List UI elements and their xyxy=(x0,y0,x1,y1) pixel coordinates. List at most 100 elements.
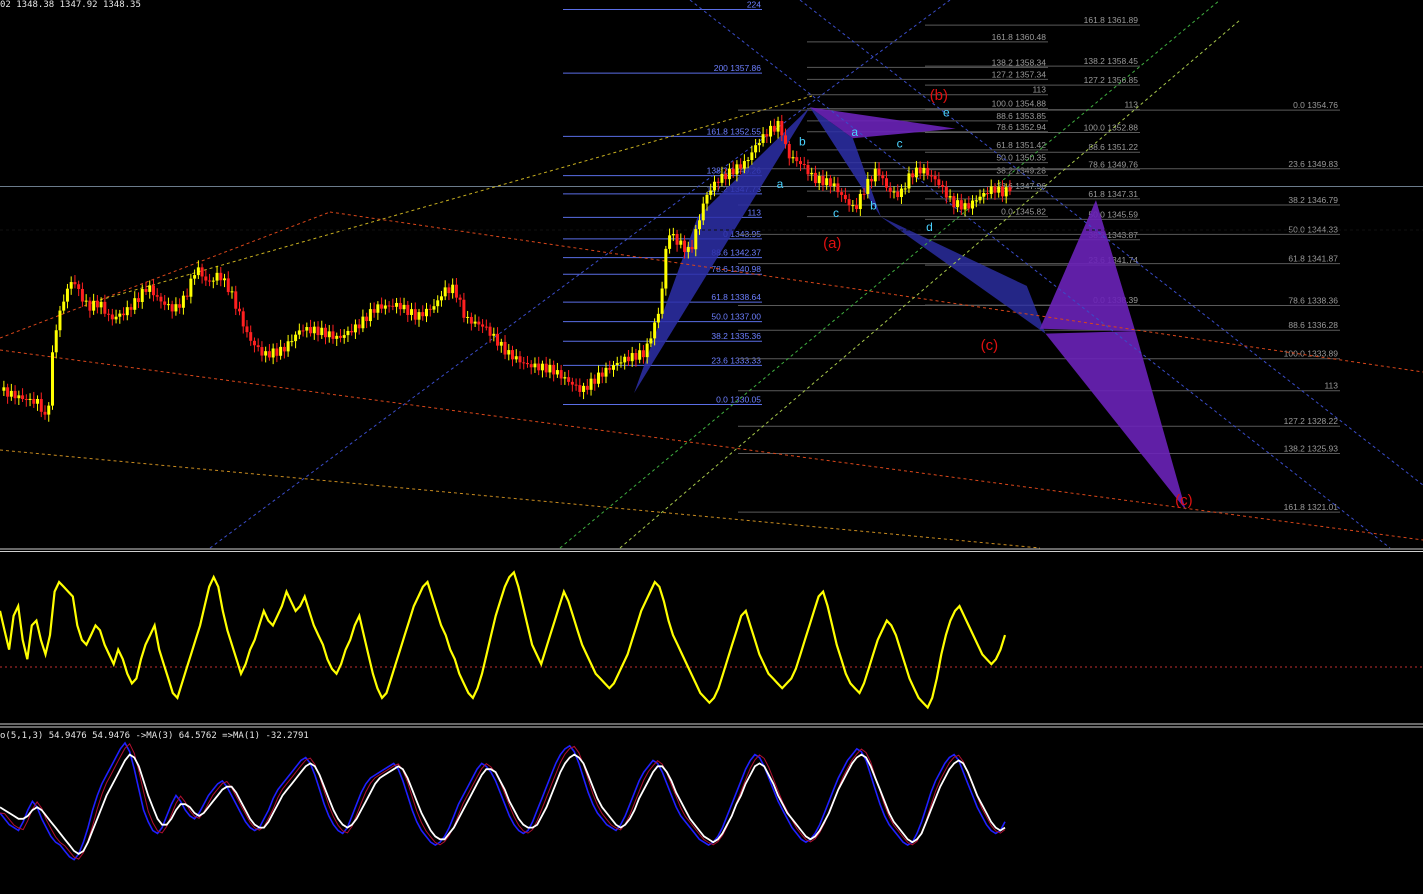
candle-body[interactable] xyxy=(24,399,28,401)
candle-body[interactable] xyxy=(570,381,574,385)
candle-body[interactable] xyxy=(447,287,451,294)
candle-body[interactable] xyxy=(765,134,769,137)
candle-body[interactable] xyxy=(511,350,515,360)
candle-body[interactable] xyxy=(623,356,627,363)
candle-body[interactable] xyxy=(28,398,32,400)
candle-body[interactable] xyxy=(47,405,51,415)
candle-body[interactable] xyxy=(43,411,47,415)
candle-body[interactable] xyxy=(114,316,118,320)
candle-body[interactable] xyxy=(215,272,219,281)
candle-body[interactable] xyxy=(634,353,638,360)
candle-body[interactable] xyxy=(660,288,664,314)
candle-body[interactable] xyxy=(709,190,713,195)
candle-body[interactable] xyxy=(698,220,702,230)
candle-body[interactable] xyxy=(159,296,163,302)
candle-body[interactable] xyxy=(746,160,750,162)
candle-body[interactable] xyxy=(899,188,903,198)
candle-body[interactable] xyxy=(671,233,675,236)
candle-body[interactable] xyxy=(731,168,735,175)
candle-body[interactable] xyxy=(230,291,234,293)
candle-body[interactable] xyxy=(567,377,571,382)
candle-body[interactable] xyxy=(21,395,25,400)
candle-body[interactable] xyxy=(727,168,731,180)
candle-body[interactable] xyxy=(196,267,200,276)
candle-body[interactable] xyxy=(413,309,417,320)
candle-body[interactable] xyxy=(166,304,170,306)
candle-body[interactable] xyxy=(742,161,746,169)
candle-body[interactable] xyxy=(903,188,907,190)
candle-body[interactable] xyxy=(65,288,69,302)
candle-body[interactable] xyxy=(6,387,10,397)
candle-body[interactable] xyxy=(907,173,911,189)
candle-body[interactable] xyxy=(866,178,870,194)
candle-body[interactable] xyxy=(836,183,840,193)
candle-body[interactable] xyxy=(821,175,825,186)
candle-body[interactable] xyxy=(522,362,526,364)
candle-body[interactable] xyxy=(645,343,649,358)
candle-body[interactable] xyxy=(948,196,952,198)
candle-body[interactable] xyxy=(122,313,126,316)
candle-body[interactable] xyxy=(484,326,488,328)
candle-body[interactable] xyxy=(548,364,552,373)
candle-body[interactable] xyxy=(133,298,137,310)
candle-body[interactable] xyxy=(611,365,615,370)
candle-body[interactable] xyxy=(252,340,256,346)
candle-body[interactable] xyxy=(241,311,245,327)
candle-body[interactable] xyxy=(148,285,152,292)
candle-body[interactable] xyxy=(997,186,1001,193)
candle-body[interactable] xyxy=(58,310,62,331)
candle-body[interactable] xyxy=(406,304,410,315)
candle-body[interactable] xyxy=(204,276,208,281)
candle-body[interactable] xyxy=(193,275,197,279)
candle-body[interactable] xyxy=(761,134,765,143)
candle-body[interactable] xyxy=(410,309,414,315)
candle-body[interactable] xyxy=(372,309,376,313)
candle-body[interactable] xyxy=(750,152,754,161)
candle-body[interactable] xyxy=(630,353,634,362)
candle-body[interactable] xyxy=(971,200,975,209)
candle-body[interactable] xyxy=(294,334,298,342)
chart-canvas[interactable]: 224200 1357.86161.8 1352.55138.2 1349.26… xyxy=(0,0,1423,889)
candle-body[interactable] xyxy=(421,312,425,317)
candle-body[interactable] xyxy=(223,278,227,281)
candle-body[interactable] xyxy=(140,289,144,302)
candle-body[interactable] xyxy=(200,267,204,277)
candle-body[interactable] xyxy=(963,203,967,210)
candle-body[interactable] xyxy=(537,363,541,371)
candle-body[interactable] xyxy=(481,324,485,327)
candle-body[interactable] xyxy=(507,350,511,355)
candle-body[interactable] xyxy=(80,288,84,302)
candle-body[interactable] xyxy=(825,178,829,186)
candle-body[interactable] xyxy=(967,203,971,209)
candle-body[interactable] xyxy=(540,363,544,371)
candle-body[interactable] xyxy=(787,144,791,159)
candle-body[interactable] xyxy=(309,327,313,334)
candle-body[interactable] xyxy=(353,324,357,333)
candle-body[interactable] xyxy=(989,186,993,194)
candle-body[interactable] xyxy=(914,167,918,178)
candle-body[interactable] xyxy=(357,324,361,329)
candle-body[interactable] xyxy=(151,285,155,296)
candle-body[interactable] xyxy=(668,235,672,249)
candle-body[interactable] xyxy=(911,173,915,178)
candle-body[interactable] xyxy=(944,186,948,198)
candle-body[interactable] xyxy=(817,175,821,184)
candle-body[interactable] xyxy=(600,372,604,377)
candle-body[interactable] xyxy=(376,304,380,313)
candle-body[interactable] xyxy=(260,347,264,356)
candle-body[interactable] xyxy=(701,203,705,221)
candle-body[interactable] xyxy=(499,341,503,346)
candle-body[interactable] xyxy=(926,167,930,176)
candle-body[interactable] xyxy=(144,289,148,292)
candle-body[interactable] xyxy=(185,295,189,297)
candle-body[interactable] xyxy=(578,385,582,392)
candle-body[interactable] xyxy=(862,193,866,195)
candle-body[interactable] xyxy=(219,272,223,281)
candle-body[interactable] xyxy=(88,300,92,311)
candle-body[interactable] xyxy=(391,305,395,307)
candle-body[interactable] xyxy=(350,330,354,333)
candle-body[interactable] xyxy=(679,240,683,245)
candle-body[interactable] xyxy=(125,307,129,316)
candle-body[interactable] xyxy=(828,178,832,187)
candle-body[interactable] xyxy=(338,335,342,338)
